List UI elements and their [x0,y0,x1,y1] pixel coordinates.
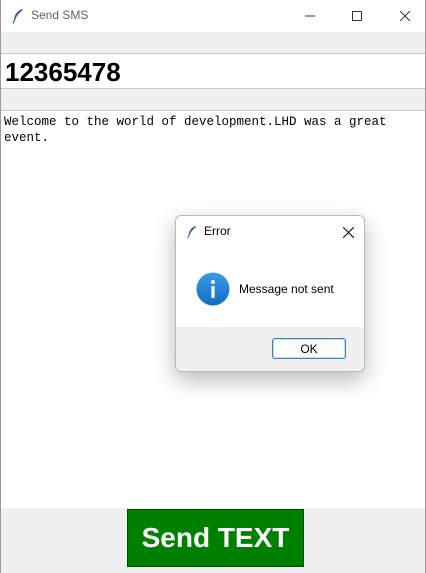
minimize-icon [305,11,315,21]
feather-icon [11,8,25,24]
main-window: Send SMS 12365478 Welcome to the world o… [0,0,426,573]
close-icon [400,11,410,21]
phone-number-input[interactable]: 12365478 [1,53,425,89]
info-icon [196,272,230,306]
dialog-message: Message not sent [239,282,334,296]
close-icon [342,223,354,242]
maximize-icon [352,11,362,21]
dialog-footer: OK [176,327,364,371]
maximize-button[interactable] [334,0,380,32]
dialog-close-button[interactable] [338,222,358,242]
window-title: Send SMS [31,8,89,22]
ok-button[interactable]: OK [272,338,346,359]
dialog-title-bar[interactable]: Error [176,216,364,246]
feather-icon [186,224,198,239]
dialog-title: Error [204,224,231,238]
error-dialog: Error Message not sent OK [175,215,365,372]
send-text-button[interactable]: Send TEXT [127,509,304,567]
close-button[interactable] [382,0,426,32]
title-bar[interactable]: Send SMS [1,0,425,32]
minimize-button[interactable] [287,0,333,32]
